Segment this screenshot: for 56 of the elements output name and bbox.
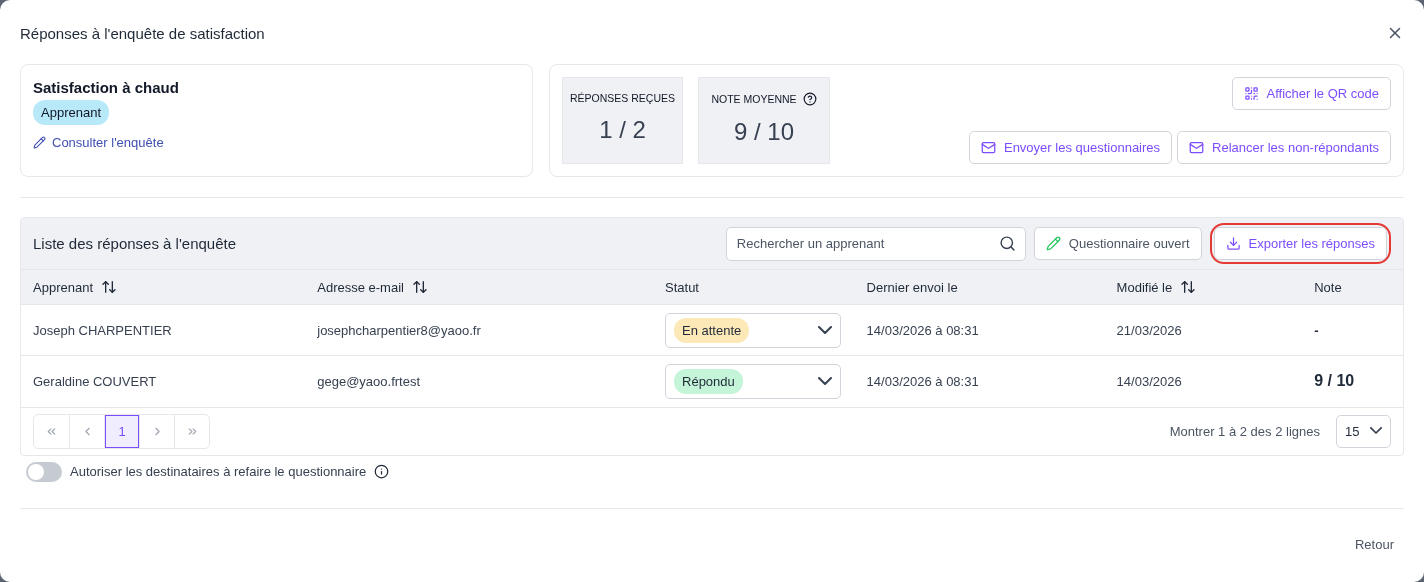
column-header[interactable]: Modifié le [1116,279,1173,295]
mail-icon [1189,140,1205,155]
back-link[interactable]: Retour [1354,536,1394,552]
column-header[interactable]: Apprenant [33,279,93,295]
chevron-down-icon [818,325,832,335]
table-cell: 14/03/2026 à 08:31 [866,373,979,389]
pencil-icon [33,136,46,149]
stat-value: 1 / 2 [599,116,646,144]
table-cell: - [1314,322,1319,338]
panel-title: Liste des réponses à l'enquête [33,235,236,252]
table-cell: gege@yaoo.frtest [317,373,421,389]
table-cell: josephcharpentier8@yaoo.fr [317,322,481,338]
audience-tag: Apprenant [33,100,109,125]
info-icon[interactable] [374,464,390,479]
survey-name: Satisfaction à chaud [33,79,179,96]
table-cell: Geraldine COUVERT [33,373,157,389]
toggle-label: Autoriser les destinataires à refaire le questionnaire [70,464,367,479]
column-header: Statut [665,279,699,295]
column-header: Dernier envoi le [866,279,958,295]
download-icon [1225,236,1241,251]
status-badge: En attente [674,317,750,343]
table-cell: 21/03/2026 [1116,322,1182,338]
search-field[interactable]: Rechercher un apprenant [725,226,1026,261]
export-button[interactable]: Exporter les réponses [1213,227,1387,260]
dialog-title: Réponses à l'enquête de satisfaction [20,24,265,42]
retake-switch[interactable] [26,461,62,482]
status-badge: Répondu [674,368,743,394]
table-cell: 14/03/2026 à 08:31 [866,322,979,338]
stat-label: NOTE MOYENNE [711,93,797,105]
sort-icon[interactable] [101,279,117,295]
stat-value: 9 / 10 [733,118,794,146]
sort-icon[interactable] [1180,279,1197,295]
rows-summary: Montrer 1 à 2 des 2 lignes [1169,423,1320,439]
table-cell: 14/03/2026 [1116,373,1182,389]
chevron-down-icon [1370,427,1382,435]
qr-code-icon [1243,86,1259,101]
send-button[interactable]: Envoyer les questionnaires [968,131,1173,164]
status-select[interactable]: Répondu [665,363,841,399]
qr-code-button[interactable]: Afficher le QR code [1231,77,1391,110]
column-header[interactable]: Adresse e-mail [317,279,404,295]
mail-icon [980,140,996,155]
help-icon[interactable] [802,92,817,106]
open-questionnaire-button[interactable]: Questionnaire ouvert [1033,227,1202,260]
stat-label: RÉPONSES REÇUES [570,92,675,104]
column-header: Note [1314,279,1342,295]
table-cell: 9 / 10 [1314,372,1355,390]
chevron-down-icon [818,377,832,386]
sort-icon[interactable] [411,279,428,295]
view-survey-link[interactable]: Consulter l'enquête [33,135,164,150]
page-size-select[interactable]: 15 [1336,414,1391,448]
status-select[interactable]: En attente [665,312,841,348]
page-button[interactable]: 1 [104,414,139,448]
table-cell: Joseph CHARPENTIER [33,322,172,338]
search-icon[interactable] [998,234,1016,252]
remind-button[interactable]: Relancer les non-répondants [1177,131,1391,164]
pencil-icon [1045,236,1061,251]
